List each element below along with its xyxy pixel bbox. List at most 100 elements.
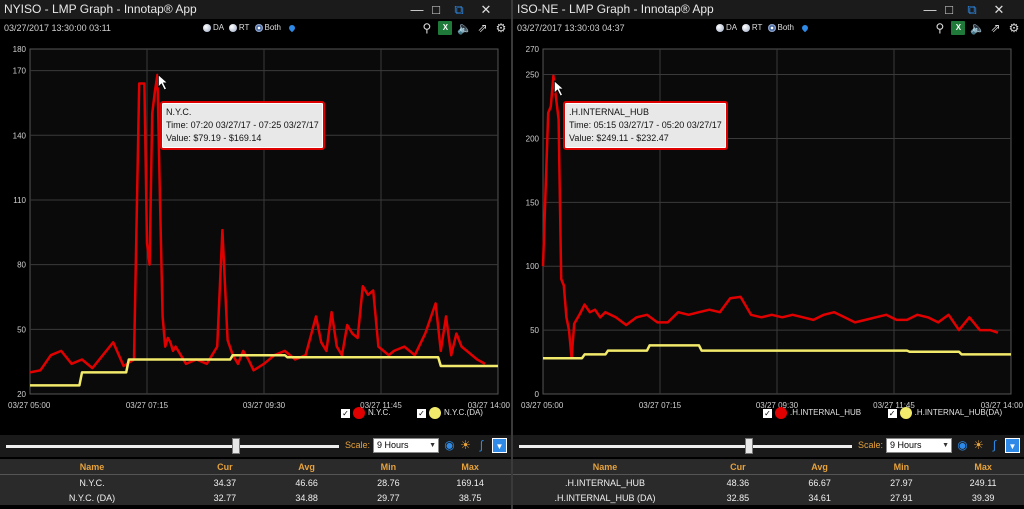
- y-tick-label: 100: [526, 262, 540, 271]
- stats-table: Name Cur Avg Min Max .H.INTERNAL_HUB 48.…: [513, 459, 1024, 505]
- y-tick-label: 200: [526, 134, 540, 143]
- time-slider-track[interactable]: [6, 445, 339, 448]
- table-row[interactable]: N.Y.C. (DA) 32.77 34.88 29.77 38.75: [0, 490, 511, 505]
- x-tick-label: 03/27 07:15: [126, 401, 169, 410]
- y-tick-label: 0: [535, 390, 540, 399]
- table-row[interactable]: .H.INTERNAL_HUB (DA) 32.85 34.61 27.91 3…: [513, 490, 1024, 505]
- radio-rt[interactable]: [741, 23, 750, 32]
- legend-rt-checkbox[interactable]: ✓: [341, 408, 350, 418]
- cell-min: 29.77: [377, 492, 400, 503]
- search-icon[interactable]: ⚲: [933, 21, 947, 35]
- tooltip-time: Time: 07:20 03/27/17 - 07:25 03/27/17: [166, 120, 319, 130]
- x-tick-label: 03/27 07:15: [639, 401, 682, 410]
- collapse-icon[interactable]: ▼: [1005, 438, 1020, 453]
- stats-table: Name Cur Avg Min Max N.Y.C. 34.37 46.66 …: [0, 459, 511, 505]
- scale-select[interactable]: 9 Hours ▼: [373, 438, 439, 453]
- sound-icon[interactable]: 🔈: [457, 21, 472, 35]
- radio-both[interactable]: [254, 23, 263, 32]
- time-slider-thumb[interactable]: [232, 438, 240, 454]
- expand-icon[interactable]: ⧉: [447, 0, 471, 19]
- y-tick-label: 80: [17, 261, 26, 270]
- x-tick-label: 03/27 05:00: [521, 401, 564, 410]
- col-cur: Cur: [696, 459, 779, 475]
- window-title: NYISO - LMP Graph - Innotap® App: [4, 2, 197, 16]
- y-tick-label: 20: [17, 390, 26, 399]
- legend-rt-label: N.Y.C.: [368, 408, 391, 418]
- lmp-chart[interactable]: 0 50 100 150 200 250 270 03/27 05:00 03/27 07:15…: [513, 37, 1024, 432]
- mode-radio-group: DA RT Both: [713, 19, 810, 37]
- maximize-icon[interactable]: □: [937, 0, 961, 19]
- timestamp: 03/27/2017 13:30:03 04:37: [517, 23, 625, 33]
- radio-both-label: Both: [264, 23, 281, 32]
- sound-icon[interactable]: 🔈: [970, 21, 985, 35]
- sun-icon[interactable]: ☀: [971, 438, 986, 453]
- radio-rt-label: RT: [751, 23, 763, 32]
- col-cur: Cur: [183, 459, 266, 475]
- tooltip-name: .H.INTERNAL_HUB: [569, 107, 650, 117]
- popout-icon[interactable]: ⇗: [475, 21, 489, 35]
- radio-rt[interactable]: [228, 23, 237, 32]
- close-icon[interactable]: ✕: [987, 0, 1011, 19]
- legend: ✓ .H.INTERNAL_HUB ✓ .H.INTERNAL_HUB(DA): [763, 407, 1002, 423]
- legend-rt-label: .H.INTERNAL_HUB: [790, 408, 862, 418]
- location-pin-icon[interactable]: [287, 23, 297, 33]
- maximize-icon[interactable]: □: [424, 0, 448, 19]
- search-icon[interactable]: ⚲: [420, 21, 434, 35]
- cell-max: 249.11: [969, 477, 997, 488]
- y-tick-label: 140: [13, 131, 27, 140]
- gear-icon[interactable]: ⚙: [1007, 21, 1021, 35]
- cell-name: .H.INTERNAL_HUB (DA): [554, 492, 656, 503]
- legend-da-checkbox[interactable]: ✓: [417, 408, 426, 418]
- col-name: Name: [513, 459, 697, 475]
- cell-name: N.Y.C. (DA): [68, 492, 116, 503]
- control-bar: Scale: 9 Hours ▼ ◉ ☀ ∫ ▼: [0, 435, 511, 457]
- location-pin-icon[interactable]: [800, 23, 810, 33]
- cell-cur: 34.37: [213, 477, 237, 488]
- close-icon[interactable]: ✕: [474, 0, 498, 19]
- mode-radio-group: DA RT Both: [200, 19, 297, 37]
- y-tick-label: 250: [526, 71, 540, 80]
- collapse-icon[interactable]: ▼: [492, 438, 507, 453]
- chevron-down-icon: ▼: [942, 442, 949, 449]
- legend-da-checkbox[interactable]: ✓: [887, 408, 897, 418]
- eye-icon[interactable]: ◉: [442, 438, 457, 453]
- scale-value: 9 Hours: [377, 440, 409, 450]
- expand-icon[interactable]: ⧉: [960, 0, 984, 19]
- col-avg: Avg: [778, 459, 861, 475]
- scale-value: 9 Hours: [890, 440, 922, 450]
- title-bar: NYISO - LMP Graph - Innotap® App — □ ⧉ ✕: [0, 0, 511, 19]
- col-max: Max: [942, 459, 1024, 475]
- y-tick-label: 50: [17, 325, 26, 334]
- legend-rt-dot: [353, 407, 365, 419]
- chart-tooltip: .H.INTERNAL_HUB Time: 05:15 03/27/17 - 0…: [563, 101, 728, 150]
- legend-rt-checkbox[interactable]: ✓: [763, 408, 772, 418]
- excel-icon[interactable]: X: [951, 21, 966, 35]
- time-slider-thumb[interactable]: [745, 438, 753, 454]
- cell-cur: 32.77: [213, 492, 237, 503]
- legend-da-label: N.Y.C.(DA): [444, 408, 483, 418]
- time-slider-track[interactable]: [519, 445, 852, 448]
- info-bar: 03/27/2017 13:30:00 03:11 DA RT Both ⚲ X…: [0, 19, 511, 37]
- chart-tooltip: N.Y.C. Time: 07:20 03/27/17 - 07:25 03/2…: [160, 101, 325, 150]
- title-bar: ISO-NE - LMP Graph - Innotap® App — □ ⧉ …: [513, 0, 1024, 19]
- lmp-chart[interactable]: 20 50 80 110 140 170 180 03/27 05:00 03/27 07:15…: [0, 37, 511, 432]
- x-tick-label: 03/27 09:30: [243, 401, 286, 410]
- eye-icon[interactable]: ◉: [955, 438, 970, 453]
- y-tick-label: 180: [13, 45, 27, 54]
- radio-da[interactable]: [716, 23, 724, 32]
- popout-icon[interactable]: ⇗: [988, 21, 1002, 35]
- radio-both[interactable]: [767, 23, 776, 32]
- scale-select[interactable]: 9 Hours ▼: [886, 438, 952, 453]
- excel-icon[interactable]: X: [438, 21, 453, 35]
- sun-icon[interactable]: ☀: [458, 438, 473, 453]
- table-row[interactable]: .H.INTERNAL_HUB 48.36 66.67 27.97 249.11: [513, 475, 1024, 491]
- radio-da[interactable]: [203, 23, 211, 32]
- curve-icon[interactable]: ∫: [474, 438, 489, 453]
- curve-icon[interactable]: ∫: [987, 438, 1002, 453]
- isone-window: ISO-NE - LMP Graph - Innotap® App — □ ⧉ …: [513, 0, 1024, 509]
- toolbar: ⚲ X 🔈 ⇗ ⚙: [932, 19, 1022, 37]
- table-row[interactable]: N.Y.C. 34.37 46.66 28.76 169.14: [0, 475, 511, 491]
- cell-max: 38.75: [458, 492, 482, 503]
- gear-icon[interactable]: ⚙: [494, 21, 508, 35]
- scale-label: Scale:: [858, 440, 884, 450]
